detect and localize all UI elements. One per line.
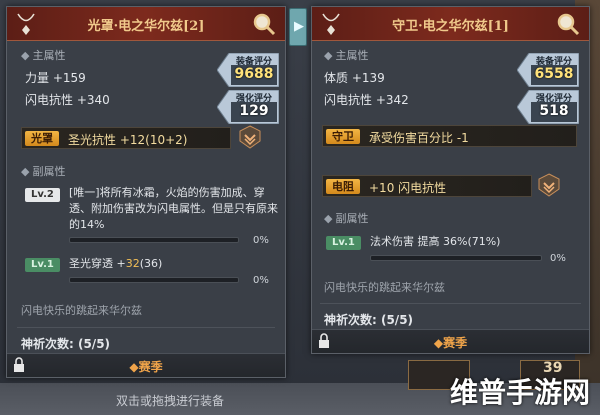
compare-toggle[interactable]: ▶ — [289, 8, 307, 46]
bless-count: 神祈次数: (5/5) — [324, 313, 414, 327]
item-title: 守卫·电之华尔兹[1] — [392, 19, 509, 34]
sub-attr-header: ◆ 副属性 — [21, 165, 66, 178]
sub-attr-progress — [69, 277, 239, 283]
sub-attr-percent: 0% — [253, 235, 269, 246]
sub-attr-percent: 0% — [550, 253, 566, 264]
set-bonus-row: 电阻 +10 闪电抗性 — [322, 175, 532, 197]
set-tag: 守卫 — [326, 129, 360, 144]
necklace-icon — [17, 13, 35, 35]
set-tag: 电阻 — [326, 179, 360, 194]
season-label: ◆赛季 — [433, 336, 468, 350]
sub-attr-level-tag: Lv.2 — [25, 188, 60, 202]
site-watermark: 维普手游网 — [449, 376, 590, 409]
main-attr-header: ◆ 主属性 — [324, 49, 369, 62]
equip-score-badge: 装备评分 6558 — [517, 53, 579, 87]
set-bonus-row: 守卫 承受伤害百分比 -1 — [322, 125, 577, 147]
magnifier-icon[interactable] — [555, 11, 581, 37]
tooltip-header: 守卫·电之华尔兹[1] — [312, 7, 589, 41]
set-tag: 光罩 — [25, 131, 59, 146]
enhance-score-badge: 强化评分 129 — [217, 90, 279, 124]
item-title: 光罩·电之华尔兹[2] — [87, 19, 205, 34]
stat-lightning-res: 闪电抗性 +342 — [324, 93, 409, 107]
main-attr-header: ◆ 主属性 — [21, 49, 66, 62]
stat-lightning-res: 闪电抗性 +340 — [25, 93, 110, 107]
sub-attr-level-tag: Lv.1 — [25, 258, 60, 272]
set-bonus-text: 圣光抗性 +12(10+2) — [68, 133, 188, 147]
enhance-score-badge: 强化评分 518 — [517, 90, 579, 124]
equip-hint: 双击或拖拽进行装备 — [115, 394, 224, 408]
tooltip-footer: ◆赛季 — [7, 353, 285, 377]
sub-attr-progress — [370, 255, 542, 261]
sub-attr-text: [唯一]将所有冰霜，火焰的伤害加成、穿透、附加伤害改为闪电属性。但是只有原来的1… — [69, 186, 278, 231]
sub-attr-percent: 0% — [253, 275, 269, 286]
season-label: ◆赛季 — [129, 360, 163, 374]
arrow-right-icon: ▶ — [294, 19, 304, 34]
item-tooltip-left: 光罩·电之华尔兹[2] ◆ 主属性 力量 +159 闪电抗性 +340 装备评分 … — [6, 6, 286, 378]
flavor-text: 闪电快乐的跳起来华尔兹 — [324, 281, 445, 294]
sub-attr-text: 圣光穿透 +32(36) — [69, 257, 163, 270]
emblem-icon — [239, 125, 261, 149]
emblem-icon — [538, 173, 560, 197]
tooltip-footer: ◆赛季 — [312, 329, 589, 353]
set-bonus-row: 光罩 圣光抗性 +12(10+2) — [21, 127, 231, 149]
sub-attr-progress — [69, 237, 239, 243]
sub-attr-text: 法术伤害 提高 36%(71%) — [370, 235, 501, 248]
sub-attr-header: ◆ 副属性 — [324, 212, 369, 225]
tooltip-header: 光罩·电之华尔兹[2] — [7, 7, 285, 41]
divider — [320, 303, 581, 304]
necklace-icon — [322, 13, 340, 35]
sub-attr-level-tag: Lv.1 — [326, 236, 361, 250]
bless-count: 神祈次数: (5/5) — [21, 337, 111, 351]
magnifier-icon[interactable] — [251, 11, 277, 37]
item-tooltip-right: 守卫·电之华尔兹[1] ◆ 主属性 体质 +139 闪电抗性 +342 装备评分 … — [311, 6, 590, 354]
stat-strength: 力量 +159 — [25, 71, 86, 85]
flavor-text: 闪电快乐的跳起来华尔兹 — [21, 304, 142, 317]
divider — [17, 327, 275, 328]
set-bonus-text: 承受伤害百分比 -1 — [369, 131, 469, 145]
equip-score-badge: 装备评分 9688 — [217, 53, 279, 87]
set-bonus-text: +10 闪电抗性 — [369, 181, 447, 195]
stat-constitution: 体质 +139 — [324, 71, 385, 85]
